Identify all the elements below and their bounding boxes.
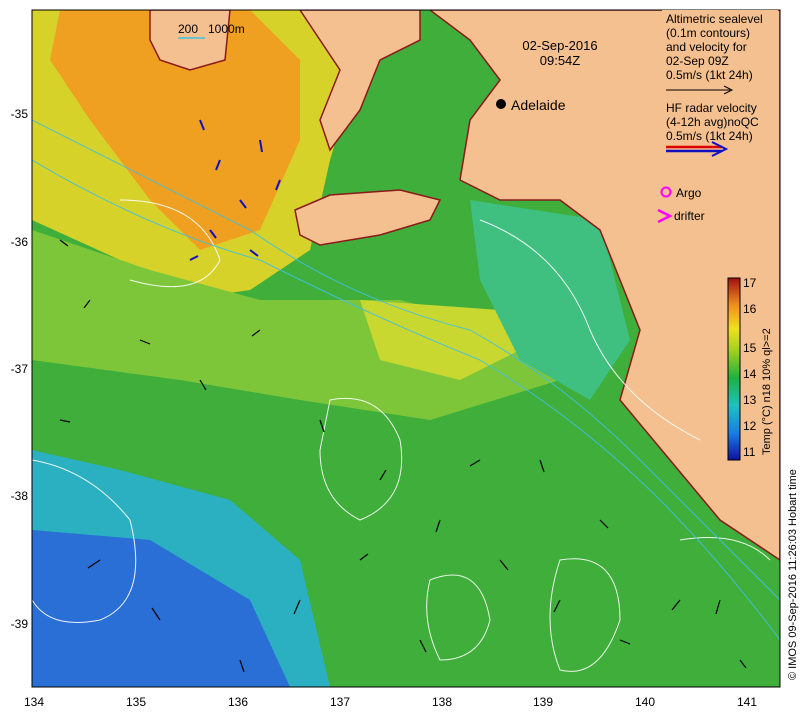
y-tick-35: -35 (11, 107, 29, 121)
map-time: 09:54Z (540, 53, 581, 68)
cbar-tick-17: 17 (743, 276, 757, 290)
cbar-tick-11: 11 (743, 445, 756, 459)
colorbar-gradient (727, 277, 741, 461)
x-tick-138: 138 (432, 695, 452, 709)
cbar-tick-15: 15 (743, 341, 757, 355)
map-date: 02-Sep-2016 (522, 38, 597, 53)
cbar-tick-13: 13 (743, 393, 757, 407)
radar-line-0: HF radar velocity (666, 101, 757, 115)
argo-label: Argo (676, 186, 702, 200)
y-tick-36: -36 (11, 235, 29, 249)
x-tick-141: 141 (737, 695, 757, 709)
x-tick-137: 137 (330, 695, 350, 709)
radar-line-2: 0.5m/s (1kt 24h) (666, 129, 753, 143)
y-tick-37: -37 (11, 362, 29, 376)
x-tick-139: 139 (533, 695, 553, 709)
adelaide-marker (496, 99, 506, 109)
alt-line-3: 02-Sep 09Z (666, 54, 729, 68)
alt-line-2: and velocity for (666, 40, 747, 54)
alt-line-4: 0.5m/s (1kt 24h) (666, 68, 753, 82)
depth-legend: 200 1000m (178, 22, 245, 39)
alt-line-1: (0.1m contours) (666, 26, 750, 40)
x-tick-136: 136 (228, 695, 248, 709)
y-tick-39: -39 (11, 617, 29, 631)
land-eyre-peninsula (149, 10, 231, 71)
cbar-tick-12: 12 (743, 419, 757, 433)
x-tick-140: 140 (635, 695, 655, 709)
depth-legend-a: 200 (178, 22, 198, 36)
city-label: Adelaide (511, 97, 566, 113)
colorbar-title: Temp (°C) n18 10% ql>=2 (761, 328, 773, 455)
radar-line-1: (4-12h avg)noQC (666, 115, 759, 129)
y-axis: -35 -36 -37 -38 -39 (11, 107, 29, 631)
credit-text: © IMOS 09-Sep-2016 11:26:03 Hobart time (787, 469, 799, 680)
sst-map: Adelaide 02-Sep-2016 09:54Z 200 1000m Al… (11, 9, 799, 709)
depth-legend-b: 1000m (208, 22, 245, 36)
cbar-tick-14: 14 (743, 367, 757, 381)
cbar-tick-16: 16 (743, 302, 757, 316)
y-tick-38: -38 (11, 489, 29, 503)
altimetry-legend: Altimetric sealevel (0.1m contours) and … (662, 10, 778, 95)
x-tick-135: 135 (126, 695, 146, 709)
alt-line-0: Altimetric sealevel (666, 12, 763, 26)
drifter-label: drifter (674, 209, 705, 223)
x-axis: 134 135 136 137 138 139 140 141 (24, 695, 757, 709)
x-tick-134: 134 (24, 695, 44, 709)
